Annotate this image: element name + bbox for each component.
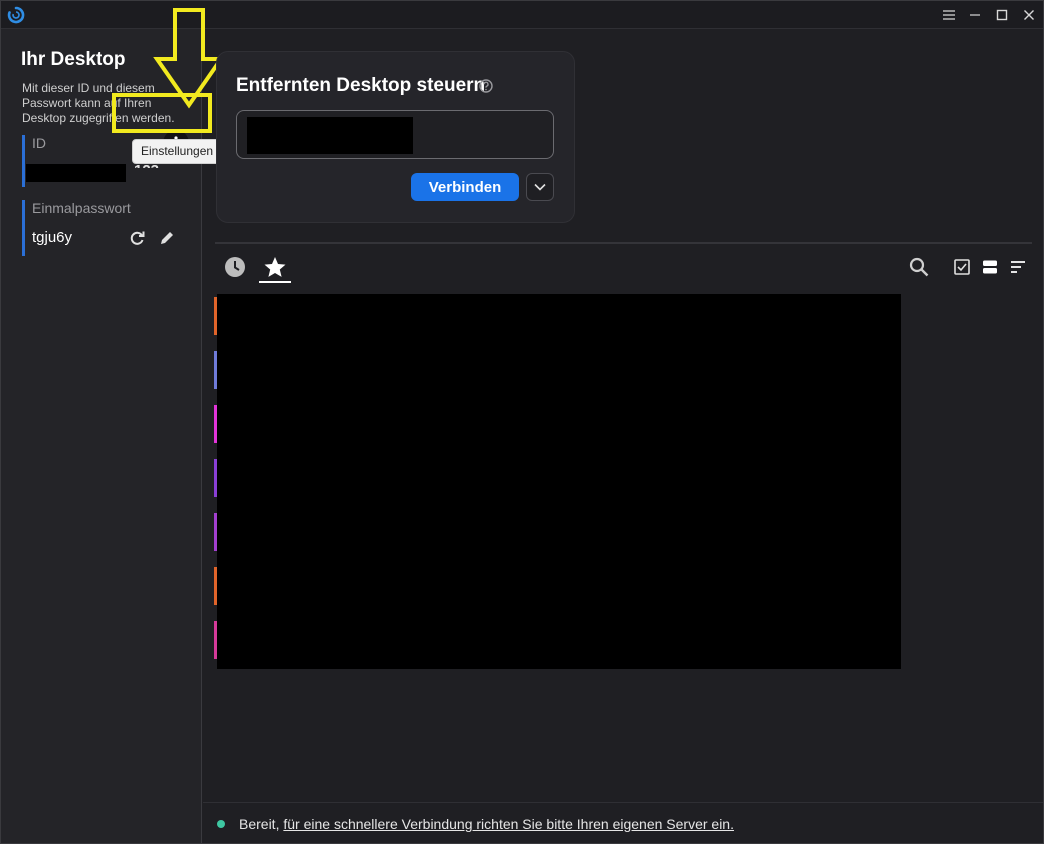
help-icon[interactable] bbox=[479, 79, 493, 93]
setup-server-link[interactable]: für eine schnellere Verbindung richten S… bbox=[283, 816, 734, 832]
connect-card: Entfernten Desktop steuern Verbinden bbox=[216, 51, 575, 223]
id-value-redacted[interactable] bbox=[26, 164, 126, 182]
remote-id-value-redacted bbox=[247, 117, 413, 154]
close-icon[interactable] bbox=[1019, 5, 1039, 25]
rustdesk-logo-icon bbox=[7, 6, 25, 24]
recent-sessions-tab[interactable] bbox=[223, 255, 247, 279]
peer-list-redacted[interactable] bbox=[217, 294, 901, 669]
chevron-down-icon bbox=[534, 183, 546, 191]
section-divider bbox=[215, 242, 1032, 244]
maximize-icon[interactable] bbox=[992, 5, 1012, 25]
favorites-tab[interactable] bbox=[263, 255, 287, 279]
id-label: ID bbox=[32, 135, 46, 151]
status-prefix: Bereit, bbox=[239, 816, 284, 832]
connect-button[interactable]: Verbinden bbox=[411, 173, 519, 201]
status-bar: Bereit, für eine schnellere Verbindung r… bbox=[203, 802, 1043, 843]
connect-options-button[interactable] bbox=[526, 173, 554, 201]
app-window: Ihr Desktop Mit dieser ID und diesem Pas… bbox=[0, 0, 1044, 844]
status-indicator bbox=[217, 820, 225, 828]
menu-icon[interactable] bbox=[939, 5, 959, 25]
minimize-icon[interactable] bbox=[965, 5, 985, 25]
connect-title: Entfernten Desktop steuern bbox=[236, 75, 486, 96]
password-label: Einmalpasswort bbox=[32, 200, 131, 216]
clock-icon bbox=[225, 257, 245, 277]
remote-id-input[interactable] bbox=[236, 110, 554, 159]
view-list-icon[interactable] bbox=[979, 256, 1001, 278]
status-text: Bereit, für eine schnellere Verbindung r… bbox=[239, 816, 734, 832]
star-icon bbox=[264, 257, 286, 277]
search-icon[interactable] bbox=[908, 256, 930, 278]
settings-tooltip: Einstellungen bbox=[132, 139, 223, 164]
edit-password-icon[interactable] bbox=[156, 227, 178, 249]
password-section: Einmalpasswort tgju6y bbox=[22, 200, 131, 256]
password-value[interactable]: tgju6y bbox=[32, 229, 131, 246]
refresh-password-icon[interactable] bbox=[126, 227, 148, 249]
active-tab-indicator bbox=[259, 281, 291, 283]
sort-icon[interactable] bbox=[1007, 256, 1029, 278]
panel-title: Ihr Desktop bbox=[21, 49, 126, 70]
select-checkbox-icon[interactable] bbox=[951, 256, 973, 278]
